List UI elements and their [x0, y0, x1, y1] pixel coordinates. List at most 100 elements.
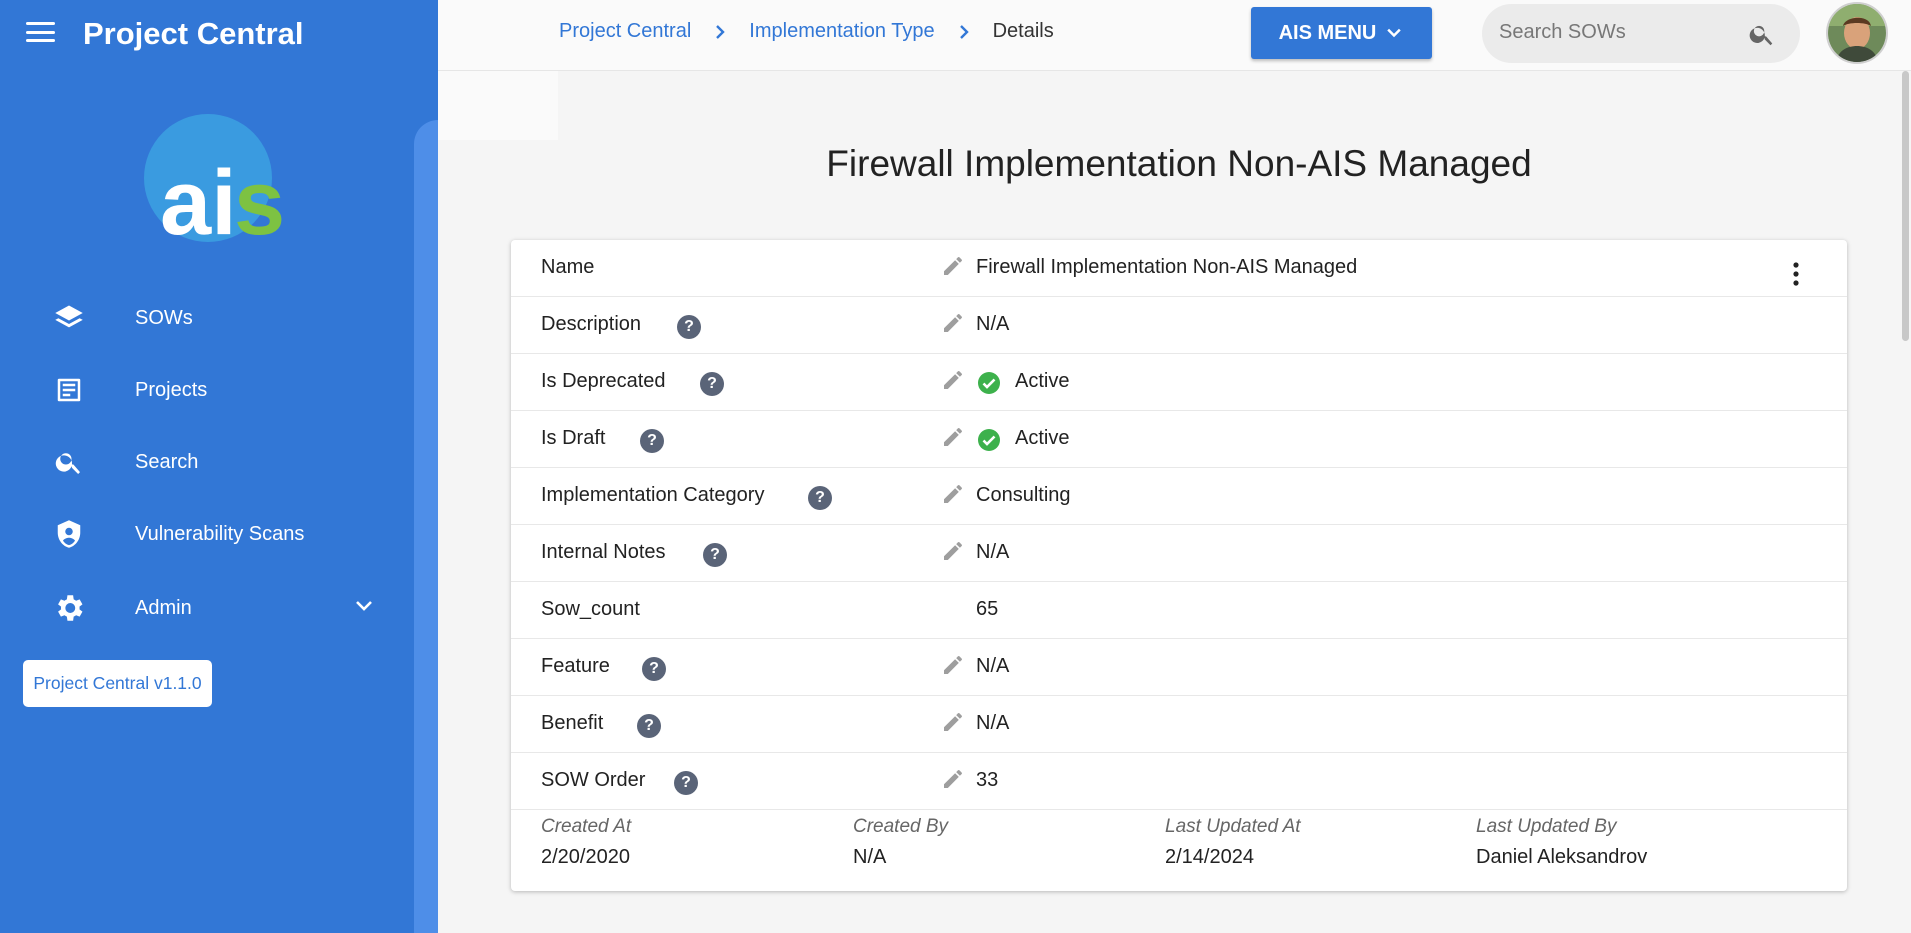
layers-icon — [52, 301, 86, 335]
field-row-feature: Feature ? N/A — [511, 639, 1847, 696]
help-icon[interactable]: ? — [808, 486, 832, 510]
field-value: N/A — [976, 541, 1010, 563]
field-label: Description — [541, 313, 642, 335]
sidebar-item-label: Search — [135, 450, 199, 473]
breadcrumb: Project Central Implementation Type Deta… — [559, 20, 1054, 43]
chevron-right-icon — [713, 23, 727, 41]
pencil-icon[interactable] — [941, 311, 965, 340]
field-row-sow-count: Sow_count 65 — [511, 582, 1847, 639]
meta-created-by: Created By N/A — [853, 816, 948, 869]
search-box — [1482, 4, 1800, 63]
field-row-sow-order: SOW Order ? 33 — [511, 753, 1847, 810]
ais-menu-button[interactable]: AIS MENU — [1251, 7, 1432, 59]
shield-icon — [52, 517, 86, 551]
meta-value: Daniel Aleksandrov — [1476, 846, 1648, 868]
meta-value: 2/14/2024 — [1165, 846, 1254, 868]
meta-value: 2/20/2020 — [541, 846, 630, 868]
ais-logo: ai s — [140, 114, 296, 254]
pencil-icon[interactable] — [941, 368, 965, 397]
sidebar-item-admin[interactable]: Admin — [0, 580, 410, 636]
field-value: N/A — [976, 313, 1010, 335]
app-title: Project Central — [83, 16, 304, 51]
sidebar-item-label: Projects — [135, 378, 208, 401]
sidebar-item-projects[interactable]: Projects — [0, 362, 410, 418]
pencil-icon[interactable] — [941, 710, 965, 739]
search-icon[interactable] — [1748, 20, 1776, 53]
chevron-down-icon — [1387, 28, 1402, 38]
chevron-down-icon[interactable] — [352, 594, 376, 623]
pencil-icon[interactable] — [941, 254, 965, 283]
sidebar-item-vulnerability-scans[interactable]: Vulnerability Scans — [0, 506, 410, 562]
user-avatar[interactable] — [1826, 2, 1888, 64]
document-icon — [52, 373, 86, 407]
field-row-internal-notes: Internal Notes ? N/A — [511, 525, 1847, 582]
help-icon[interactable]: ? — [700, 372, 724, 396]
help-icon[interactable]: ? — [640, 429, 664, 453]
page-title: Firewall Implementation Non-AIS Managed — [826, 143, 1532, 184]
help-icon[interactable]: ? — [674, 771, 698, 795]
field-label: Is Draft — [541, 427, 606, 449]
sidebar-item-label: SOWs — [135, 306, 193, 329]
svg-text:s: s — [234, 152, 285, 248]
field-value: Active — [1015, 427, 1070, 449]
field-row-is-deprecated: Is Deprecated ? Active — [511, 354, 1847, 411]
pencil-icon[interactable] — [941, 767, 965, 796]
breadcrumb-implementation-type[interactable]: Implementation Type — [749, 20, 934, 43]
help-icon[interactable]: ? — [703, 543, 727, 567]
field-label: Feature — [541, 655, 610, 677]
ais-menu-label: AIS MENU — [1278, 21, 1377, 44]
hamburger-menu-icon[interactable] — [26, 22, 58, 44]
search-icon — [52, 445, 86, 479]
breadcrumb-project-central[interactable]: Project Central — [559, 20, 691, 43]
field-row-benefit: Benefit ? N/A — [511, 696, 1847, 753]
field-label: SOW Order — [541, 769, 646, 791]
meta-label: Created By — [853, 816, 949, 837]
field-value: Active — [1015, 370, 1070, 392]
breadcrumb-details: Details — [992, 20, 1054, 42]
field-row-description: Description ? N/A — [511, 297, 1847, 354]
field-value: N/A — [976, 655, 1010, 677]
help-icon[interactable]: ? — [637, 714, 661, 738]
pencil-icon[interactable] — [941, 482, 965, 511]
meta-last-updated-by: Last Updated By Daniel Aleksandrov — [1476, 816, 1647, 869]
gear-icon — [52, 591, 86, 625]
field-value: N/A — [976, 712, 1010, 734]
pencil-icon[interactable] — [941, 425, 965, 454]
check-circle-icon — [977, 428, 1001, 457]
help-icon[interactable]: ? — [642, 657, 666, 681]
field-row-name: Name Firewall Implementation Non-AIS Man… — [511, 240, 1847, 297]
search-input[interactable] — [1499, 21, 1729, 44]
sidebar-accent-strip — [414, 120, 438, 933]
field-value: 65 — [976, 598, 999, 620]
field-row-implementation-category: Implementation Category ? Consulting — [511, 468, 1847, 525]
field-label: Sow_count — [541, 598, 640, 620]
meta-value: N/A — [853, 846, 887, 868]
svg-text:ai: ai — [160, 152, 237, 248]
help-icon[interactable]: ? — [677, 315, 701, 339]
field-value: 33 — [976, 769, 999, 791]
meta-created-at: Created At 2/20/2020 — [541, 816, 631, 869]
field-label: Is Deprecated — [541, 370, 666, 392]
meta-label: Created At — [541, 816, 632, 837]
version-badge[interactable]: Project Central v1.1.0 — [23, 660, 212, 707]
field-label: Name — [541, 256, 595, 278]
meta-label: Last Updated At — [1165, 816, 1301, 837]
sidebar-item-label: Vulnerability Scans — [135, 522, 305, 545]
pencil-icon[interactable] — [941, 653, 965, 682]
field-row-is-draft: Is Draft ? Active — [511, 411, 1847, 468]
chevron-right-icon — [957, 23, 971, 41]
sidebar-item-sows[interactable]: SOWs — [0, 290, 410, 346]
field-value: Firewall Implementation Non-AIS Managed — [976, 256, 1358, 278]
meta-last-updated-at: Last Updated At 2/14/2024 — [1165, 816, 1301, 869]
meta-label: Last Updated By — [1476, 816, 1617, 837]
sidebar-item-search[interactable]: Search — [0, 434, 410, 490]
field-value: Consulting — [976, 484, 1071, 506]
field-label: Benefit — [541, 712, 604, 734]
pencil-icon[interactable] — [941, 539, 965, 568]
page-scrollbar[interactable] — [1902, 71, 1909, 341]
details-card: Name Firewall Implementation Non-AIS Man… — [511, 240, 1847, 891]
field-label: Implementation Category — [541, 484, 765, 506]
sidebar: Project Central ai s SOWs Projects Searc… — [0, 0, 438, 933]
field-label: Internal Notes — [541, 541, 666, 563]
sidebar-item-label: Admin — [135, 596, 192, 619]
